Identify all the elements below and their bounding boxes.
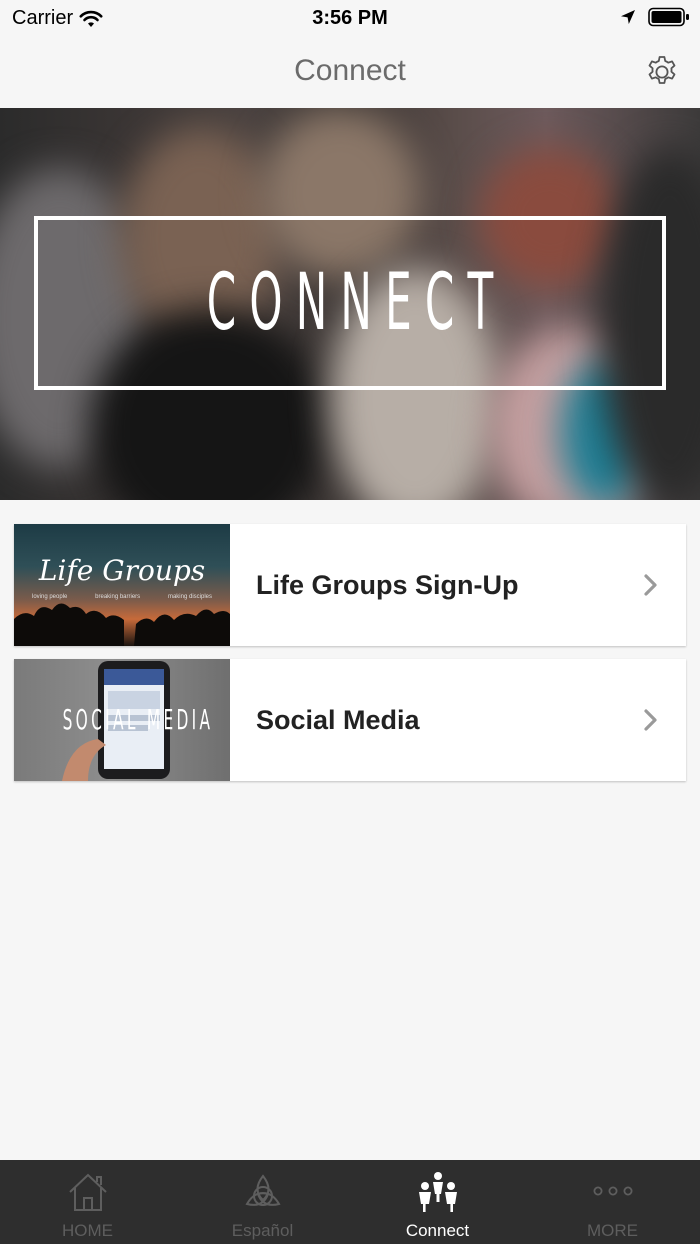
settings-button[interactable] xyxy=(644,54,680,90)
status-bar: Carrier 3:56 PM xyxy=(0,0,700,36)
tab-label: Español xyxy=(231,1221,294,1240)
life-groups-thumbnail: Life Groups loving people breaking barri… xyxy=(14,524,230,646)
tagline: breaking barriers xyxy=(95,594,141,600)
location-arrow-icon xyxy=(621,10,635,24)
tab-label: MORE xyxy=(587,1221,638,1240)
home-icon xyxy=(68,1173,107,1211)
tab-label: HOME xyxy=(62,1221,113,1240)
list-item-life-groups[interactable]: Life Groups loving people breaking barri… xyxy=(14,524,686,646)
chevron-right-icon xyxy=(644,709,657,731)
chevron-right-icon xyxy=(644,574,657,596)
gear-icon xyxy=(648,56,676,84)
page-title: Connect xyxy=(294,54,406,87)
hero-title: CONNECT xyxy=(206,258,507,348)
tab-label: Connect xyxy=(405,1221,470,1240)
people-icon xyxy=(418,1172,457,1212)
social-media-thumb-title: SOCIAL MEDIA xyxy=(62,703,214,736)
triquetra-icon xyxy=(244,1174,281,1206)
life-groups-thumb-title: Life Groups xyxy=(38,554,206,587)
nav-bar: Connect xyxy=(0,36,700,108)
tab-bar: HOME Español Connect MORE xyxy=(0,1160,700,1244)
tagline: making disciples xyxy=(167,594,212,600)
social-media-thumbnail: SOCIAL MEDIA xyxy=(14,659,230,781)
life-groups-taglines: loving people breaking barriers making d… xyxy=(32,594,212,600)
battery-icon xyxy=(648,7,689,27)
tab-connect[interactable]: Connect xyxy=(350,1160,525,1244)
list-item-social-media[interactable]: SOCIAL MEDIA Social Media xyxy=(14,659,686,781)
more-dots-icon xyxy=(593,1186,633,1196)
tab-more[interactable]: MORE xyxy=(525,1160,700,1244)
list-item-label: Social Media xyxy=(256,704,420,735)
connect-list: Life Groups loving people breaking barri… xyxy=(14,524,686,794)
tab-espanol[interactable]: Español xyxy=(175,1160,350,1244)
list-item-label: Life Groups Sign-Up xyxy=(256,569,519,600)
tab-home[interactable]: HOME xyxy=(0,1160,175,1244)
tagline: loving people xyxy=(32,594,68,600)
status-time: 3:56 PM xyxy=(312,7,388,29)
status-right xyxy=(620,7,690,27)
hero-banner: CONNECT xyxy=(0,108,700,500)
